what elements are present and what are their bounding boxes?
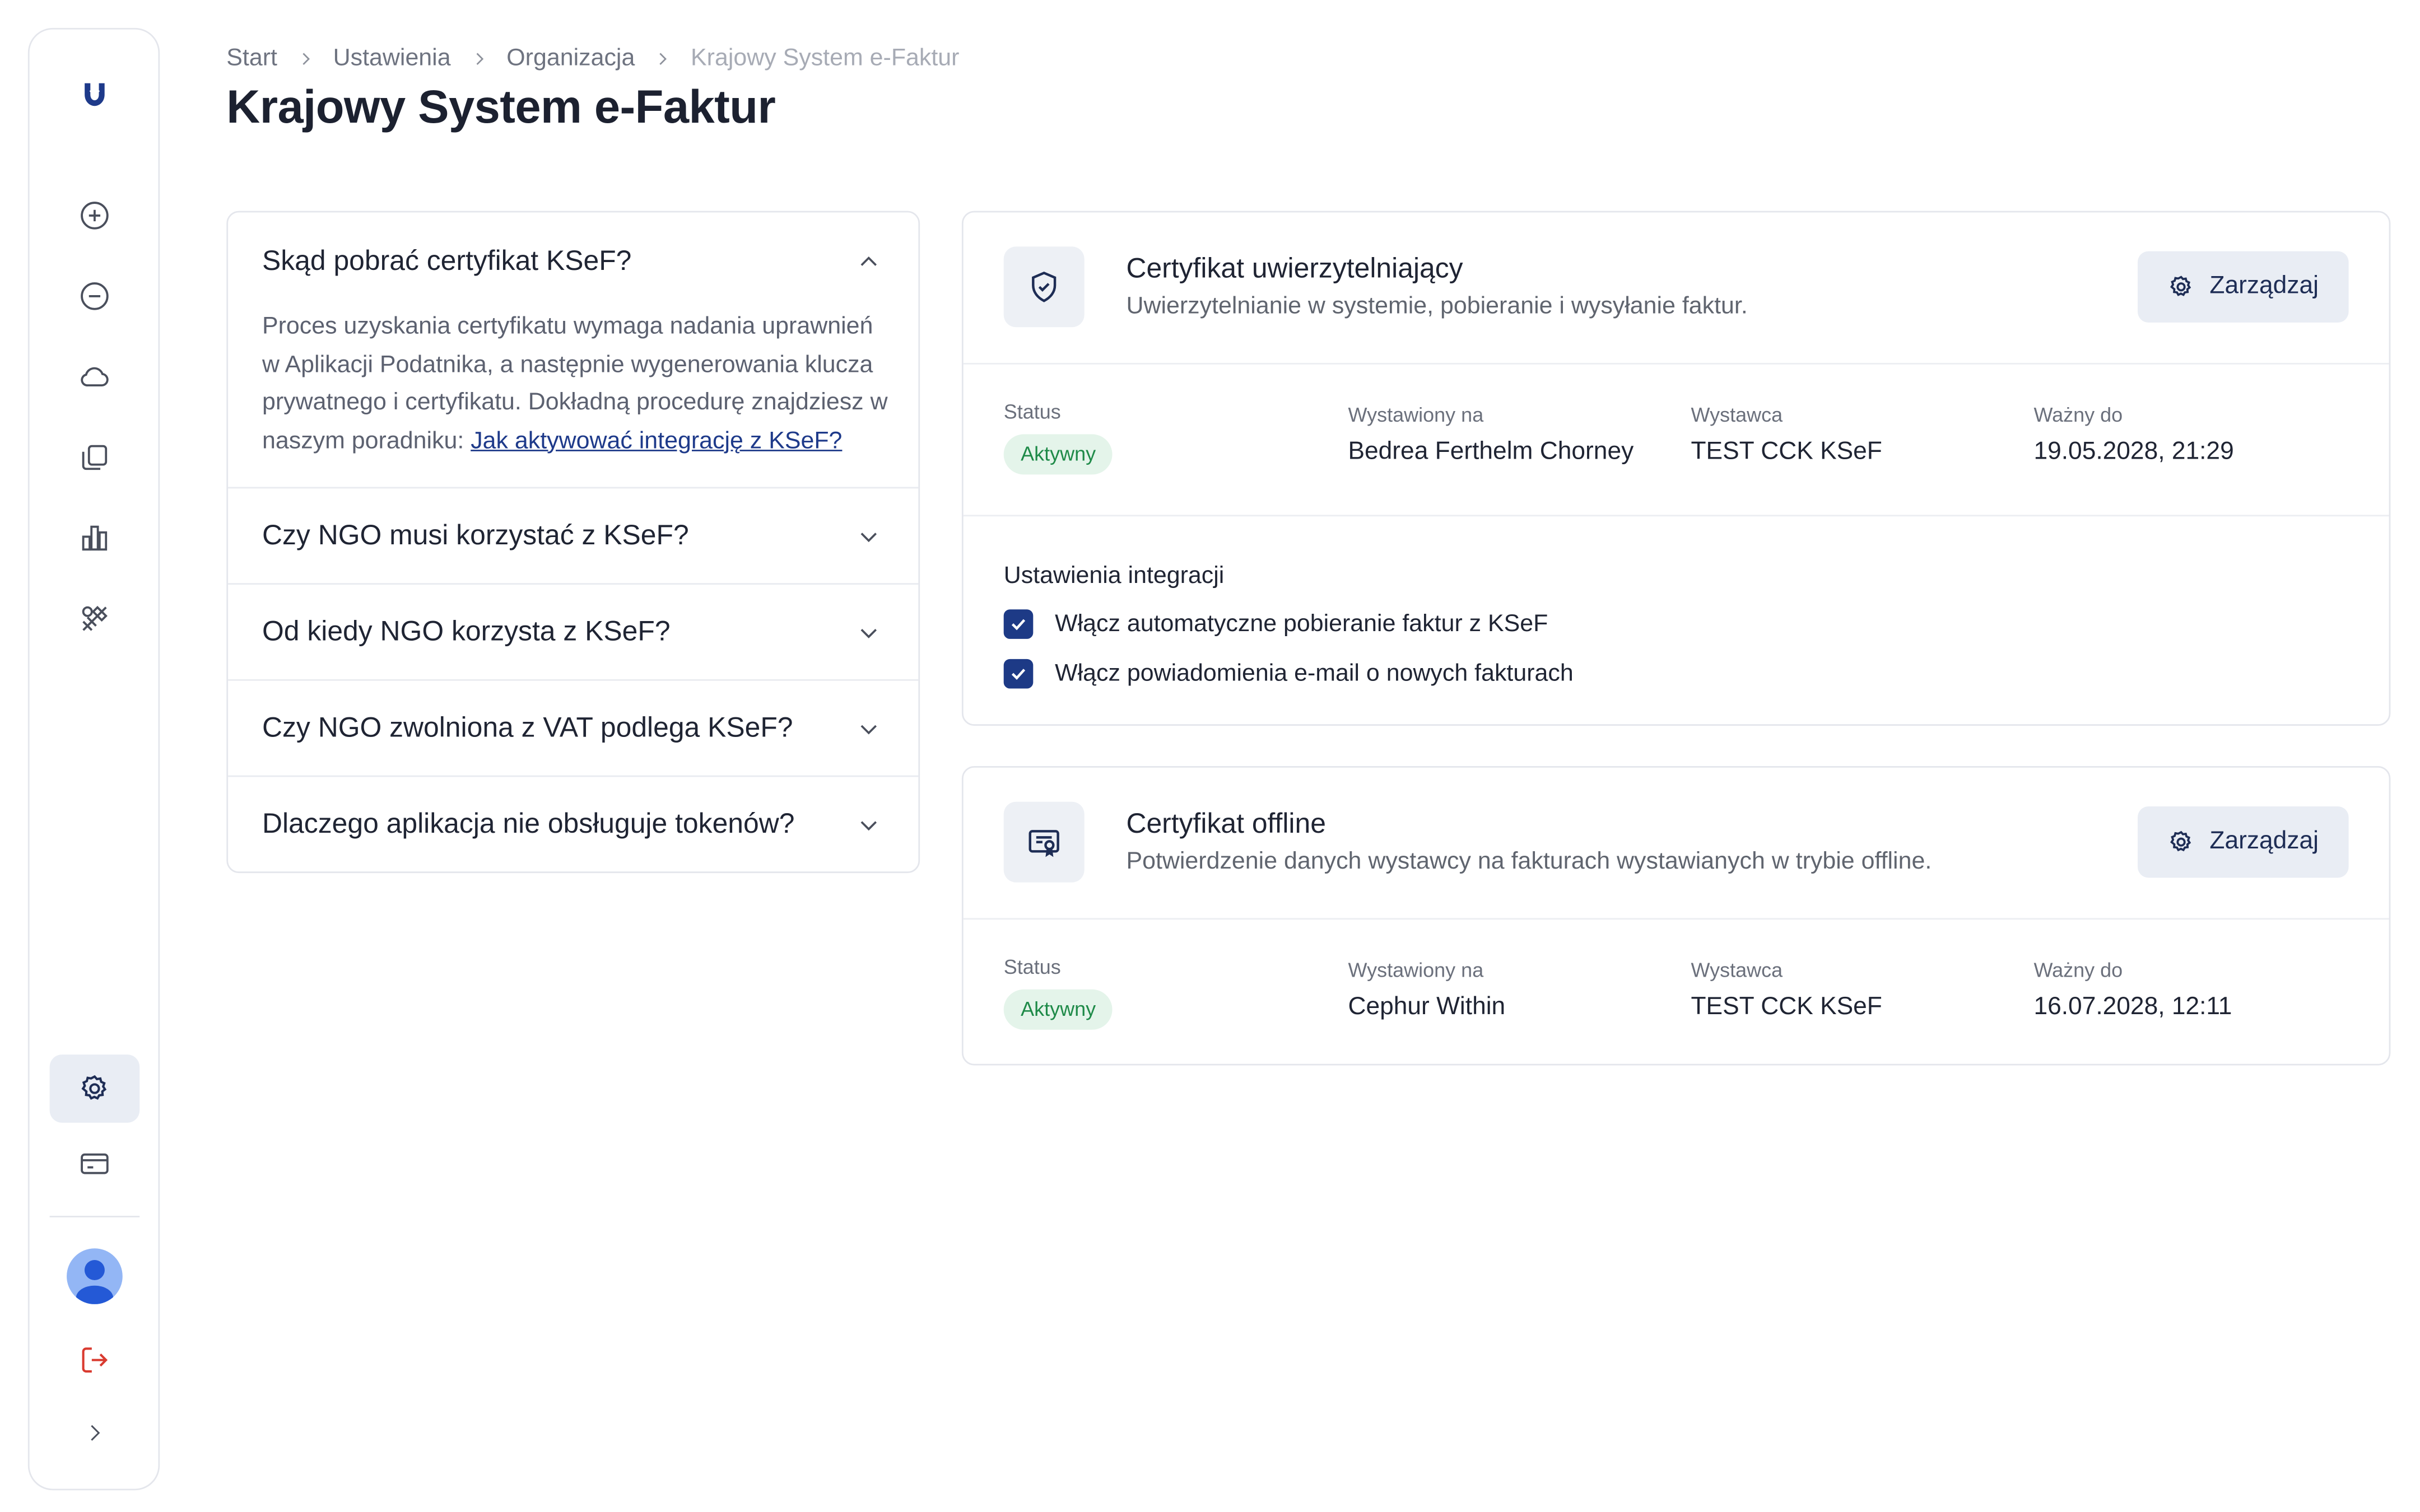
breadcrumb-settings[interactable]: Ustawienia bbox=[333, 45, 451, 73]
cloud-button[interactable] bbox=[50, 343, 140, 411]
card-icon-box bbox=[1003, 801, 1085, 883]
chevron-right-icon bbox=[91, 1425, 100, 1441]
billing-button[interactable] bbox=[50, 1129, 140, 1197]
gear-icon bbox=[2171, 276, 2192, 296]
minus-circle-icon bbox=[81, 282, 109, 310]
issuer-label: Wystawca bbox=[1691, 403, 1783, 427]
issuer-label: Wystawca bbox=[1691, 958, 1783, 982]
documents-button[interactable] bbox=[50, 423, 140, 492]
auto-download-label: Włącz automatyczne pobieranie faktur z K… bbox=[1055, 610, 1548, 637]
faq-question: Od kiedy NGO korzysta z KSeF? bbox=[262, 615, 671, 647]
logout-button[interactable] bbox=[50, 1326, 140, 1394]
faq-question: Czy NGO zwolniona z VAT podlega KSeF? bbox=[262, 712, 793, 743]
integration-settings-title: Ustawienia integracji bbox=[1003, 563, 1225, 590]
card-title: Certyfikat offline bbox=[1126, 808, 1326, 839]
card-title: Certyfikat uwierzytelniający bbox=[1126, 253, 1463, 284]
avatar[interactable] bbox=[67, 1248, 123, 1304]
faq-question: Czy NGO musi korzystać z KSeF? bbox=[262, 519, 689, 551]
divider bbox=[963, 918, 2389, 920]
add-button[interactable] bbox=[50, 181, 140, 250]
issued-to-value: Cephur Within bbox=[1348, 994, 1506, 1021]
tools-icon bbox=[82, 605, 108, 631]
certificate-icon bbox=[1028, 830, 1059, 857]
manage-button[interactable]: Zarządzaj bbox=[2137, 251, 2349, 323]
shield-icon bbox=[1032, 271, 1057, 302]
chevron-down-icon[interactable] bbox=[857, 813, 881, 837]
breadcrumb: Start Ustawienia Organizacja Krajowy Sys… bbox=[226, 45, 959, 73]
cloud-icon bbox=[81, 367, 109, 387]
divider bbox=[963, 362, 2389, 365]
chevron-down-icon[interactable] bbox=[857, 524, 881, 549]
auto-download-checkbox[interactable] bbox=[1003, 609, 1034, 639]
tools-button[interactable] bbox=[50, 585, 140, 653]
chevron-right-icon bbox=[296, 50, 314, 68]
reports-button[interactable] bbox=[50, 504, 140, 572]
logo[interactable] bbox=[50, 60, 140, 129]
expand-sidebar-button[interactable] bbox=[50, 1399, 140, 1467]
email-notifications-option[interactable]: Włącz powiadomienia e-mail o nowych fakt… bbox=[1003, 659, 1574, 689]
email-notifications-label: Włącz powiadomienia e-mail o nowych fakt… bbox=[1055, 660, 1574, 687]
chevron-right-icon bbox=[469, 50, 488, 68]
issuer-value: TEST CCK KSeF bbox=[1691, 994, 1882, 1021]
breadcrumb-current: Krajowy System e-Faktur bbox=[691, 45, 960, 72]
manage-button[interactable]: Zarządzaj bbox=[2137, 806, 2349, 878]
card-icon bbox=[81, 1153, 109, 1174]
email-notifications-checkbox[interactable] bbox=[1003, 659, 1034, 689]
sidebar-divider bbox=[49, 1216, 140, 1217]
documents-icon bbox=[82, 445, 108, 470]
user-avatar-icon bbox=[76, 1259, 114, 1304]
guide-link[interactable]: Jak aktywować integrację z KSeF? bbox=[471, 427, 842, 454]
divider bbox=[963, 515, 2389, 517]
offline-certificate-card: Certyfikat offline Potwierdzenie danych … bbox=[961, 766, 2391, 1066]
issuer-value: TEST CCK KSeF bbox=[1691, 438, 1882, 465]
status-label: Status bbox=[1003, 955, 1061, 979]
issued-to-label: Wystawiony na bbox=[1348, 403, 1484, 427]
status-label: Status bbox=[1003, 400, 1061, 423]
card-icon-box bbox=[1003, 246, 1085, 328]
faq-panel: Skąd pobrać certyfikat KSeF? Proces uzys… bbox=[226, 211, 920, 874]
logo-icon bbox=[85, 83, 105, 106]
settings-button[interactable] bbox=[49, 1054, 140, 1123]
manage-button-label: Zarządzaj bbox=[2209, 273, 2319, 300]
valid-until-label: Ważny do bbox=[2033, 403, 2123, 427]
gear-icon bbox=[81, 1075, 107, 1100]
manage-button-label: Zarządzaj bbox=[2209, 828, 2319, 855]
valid-until-label: Ważny do bbox=[2033, 958, 2123, 982]
valid-until-value: 16.07.2028, 12:11 bbox=[2033, 994, 2232, 1021]
auth-certificate-card: Certyfikat uwierzytelniający Uwierzyteln… bbox=[961, 211, 2391, 726]
auto-download-option[interactable]: Włącz automatyczne pobieranie faktur z K… bbox=[1003, 609, 1548, 639]
checkmark-icon bbox=[1011, 669, 1026, 680]
status-badge: Aktywny bbox=[1003, 989, 1113, 1030]
breadcrumb-start[interactable]: Start bbox=[226, 45, 277, 73]
chevron-down-icon[interactable] bbox=[857, 620, 881, 645]
issued-to-value: Bedrea Ferthelm Chorney bbox=[1348, 438, 1634, 465]
plus-circle-icon bbox=[81, 202, 109, 230]
faq-answer: Proces uzyskania certyfikatu wymaga nada… bbox=[262, 309, 891, 460]
sidebar bbox=[27, 27, 160, 1491]
faq-question: Skąd pobrać certyfikat KSeF? bbox=[262, 245, 632, 276]
breadcrumb-organization[interactable]: Organizacja bbox=[506, 45, 635, 73]
chart-icon bbox=[82, 525, 108, 551]
faq-question: Dlaczego aplikacja nie obsługuje tokenów… bbox=[262, 808, 795, 839]
chevron-down-icon[interactable] bbox=[857, 716, 881, 741]
gear-icon bbox=[2171, 830, 2192, 852]
logout-icon bbox=[82, 1347, 108, 1373]
card-subtitle: Potwierdzenie danych wystawcy na faktura… bbox=[1126, 848, 1932, 875]
card-subtitle: Uwierzytelnianie w systemie, pobieranie … bbox=[1126, 293, 1748, 320]
chevron-right-icon bbox=[654, 50, 672, 68]
checkmark-icon bbox=[1011, 619, 1026, 631]
subtract-button[interactable] bbox=[50, 262, 140, 330]
status-badge: Aktywny bbox=[1003, 434, 1113, 475]
issued-to-label: Wystawiony na bbox=[1348, 958, 1484, 982]
page-title: Krajowy System e-Faktur bbox=[226, 82, 776, 134]
valid-until-value: 19.05.2028, 21:29 bbox=[2033, 438, 2234, 465]
chevron-up-icon[interactable] bbox=[857, 250, 881, 274]
